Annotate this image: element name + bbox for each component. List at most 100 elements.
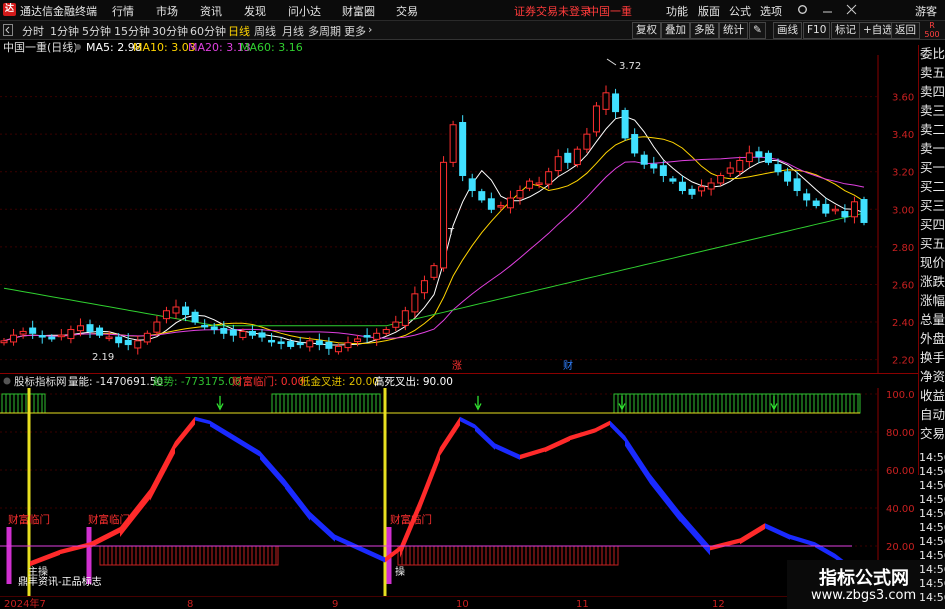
menu-wealth-circle[interactable]: 财富圈: [342, 3, 375, 19]
candle-body: [573, 148, 581, 166]
mark-button[interactable]: 标记: [831, 22, 860, 39]
menu-market[interactable]: 市场: [156, 3, 178, 19]
menu-trade[interactable]: 交易: [396, 3, 418, 19]
chevron-right-icon[interactable]: ›: [368, 23, 372, 36]
high-annotation: 3.72: [619, 61, 641, 72]
tab-period-monthly[interactable]: 月线: [282, 23, 304, 39]
menu-options[interactable]: 选项: [760, 3, 782, 19]
side-item: 收益: [920, 388, 945, 403]
wave-segment-up: [440, 416, 460, 456]
candle-body: [10, 334, 18, 343]
menu-formula[interactable]: 公式: [729, 3, 751, 19]
menu-quotes[interactable]: 行情: [112, 3, 134, 19]
candle-body: [373, 332, 381, 340]
x-tick-sep: 9: [332, 599, 338, 609]
wave-segment-down: [335, 534, 360, 552]
ma20-line: [3, 156, 865, 342]
minimize-icon[interactable]: [822, 4, 833, 15]
price-tick: 2.60: [892, 280, 914, 291]
menu-discover[interactable]: 发现: [244, 3, 266, 19]
candle-body: [793, 178, 801, 192]
candle-body: [48, 336, 56, 340]
candle-body: [182, 306, 190, 316]
side-item: 买五: [920, 236, 945, 251]
r-badge[interactable]: R 500: [919, 21, 945, 39]
price-tick: 3.40: [892, 130, 914, 141]
tab-period-tick[interactable]: 分时: [22, 23, 44, 39]
ind-tick: 20.00: [886, 542, 915, 553]
candle-body: [29, 327, 37, 334]
candle-body: [822, 203, 830, 214]
side-item: 买四: [920, 217, 945, 232]
price-tick: 3.20: [892, 168, 914, 179]
wave-segment-up: [175, 416, 195, 450]
price-tick: 3.60: [892, 93, 914, 104]
arrow-down-3: [618, 395, 626, 411]
wave-segment-up: [90, 527, 120, 548]
magenta-bar-1: [6, 527, 12, 584]
tick-time: 14:56: [919, 451, 945, 464]
tab-period-multi[interactable]: 多周期: [308, 23, 341, 39]
tab-period-15min[interactable]: 15分钟: [114, 23, 150, 39]
return-button[interactable]: 返回: [891, 22, 920, 39]
wave-segment-down: [610, 420, 625, 442]
wave-segment-down: [475, 424, 495, 450]
candle-body: [430, 265, 438, 278]
tab-period-weekly[interactable]: 周线: [254, 23, 276, 39]
candle-body: [210, 326, 218, 331]
menu-layout[interactable]: 版面: [698, 3, 720, 19]
candle-body: [841, 211, 849, 218]
wave-segment-up: [570, 428, 595, 441]
wave-segment-down: [460, 416, 475, 429]
candlestick-chart[interactable]: 3.60 3.40 3.20 3.00 2.80 2.60 2.40 2.20 3.72 2.…: [0, 55, 918, 373]
arrow-down-2: [474, 395, 482, 411]
tab-period-30min[interactable]: 30分钟: [152, 23, 188, 39]
draw-line-button[interactable]: 画线: [773, 22, 802, 39]
tab-period-daily[interactable]: 日线: [228, 23, 250, 39]
x-tick-dec: 12: [712, 599, 725, 609]
adjust-button[interactable]: 复权: [632, 22, 661, 39]
indicator-chart[interactable]: 100.0 80.00 60.00 40.00 20.00 财富临门 财富临门 财富临门…: [0, 388, 918, 596]
side-item: 卖二: [920, 122, 945, 137]
stats-button[interactable]: 统计: [719, 22, 748, 39]
close-icon[interactable]: [846, 4, 857, 15]
ind-tick: 100.0: [886, 390, 915, 401]
zhang-marker: 涨: [452, 360, 462, 372]
dropdown-icon: [75, 44, 81, 50]
wave-segment-down: [495, 443, 520, 460]
main-chart-header: 中国一重(日线) MA5: 2.98 MA10: 3.03 MA20: 3.13…: [3, 40, 303, 54]
menu-ask[interactable]: 问小达: [288, 3, 321, 19]
back-arrow-icon[interactable]: [3, 24, 13, 36]
overlay-button[interactable]: 叠加: [661, 22, 690, 39]
wave-segment-up: [710, 538, 740, 551]
price-tick: 2.80: [892, 243, 914, 254]
login-warning[interactable]: 证券交易未登录: [514, 3, 591, 19]
menu-function[interactable]: 功能: [666, 3, 688, 19]
ind-tick: 80.00: [886, 428, 915, 439]
tab-period-more[interactable]: 更多: [344, 23, 366, 39]
candle-body: [382, 329, 390, 334]
f10-button[interactable]: F10: [803, 22, 831, 39]
menu-news[interactable]: 资讯: [200, 3, 222, 19]
ma60-label: MA60: 3.16: [240, 41, 303, 54]
stock-period-label: 中国一重(日线): [3, 40, 78, 54]
tab-period-60min[interactable]: 60分钟: [190, 23, 226, 39]
settings-icon[interactable]: [797, 4, 808, 15]
wave-segment-up: [30, 549, 60, 567]
red-zone: [99, 545, 279, 566]
candle-body: [258, 332, 266, 338]
guest-user[interactable]: 游客: [915, 3, 937, 19]
candle-body: [812, 200, 820, 207]
candle-body: [592, 105, 600, 133]
indicator-header: 股标指标网 量能: -1470691.50 趋势: -773175.06 财富临…: [3, 375, 453, 388]
tab-period-1min[interactable]: 1分钟: [50, 23, 79, 39]
wave-segment-down: [210, 420, 235, 442]
multi-stock-button[interactable]: 多股: [690, 22, 719, 39]
tab-period-5min[interactable]: 5分钟: [82, 23, 111, 39]
date-axis: 2024年7 8 9 10 11 12: [0, 596, 918, 609]
indicator-low-cross: 低金叉进: 20.00: [300, 375, 379, 388]
drawing-tools-icon[interactable]: ✎: [749, 22, 766, 39]
candle-body: [0, 340, 8, 344]
side-item: 买三: [920, 198, 945, 213]
app-title: 通达信金融终端: [20, 5, 97, 18]
